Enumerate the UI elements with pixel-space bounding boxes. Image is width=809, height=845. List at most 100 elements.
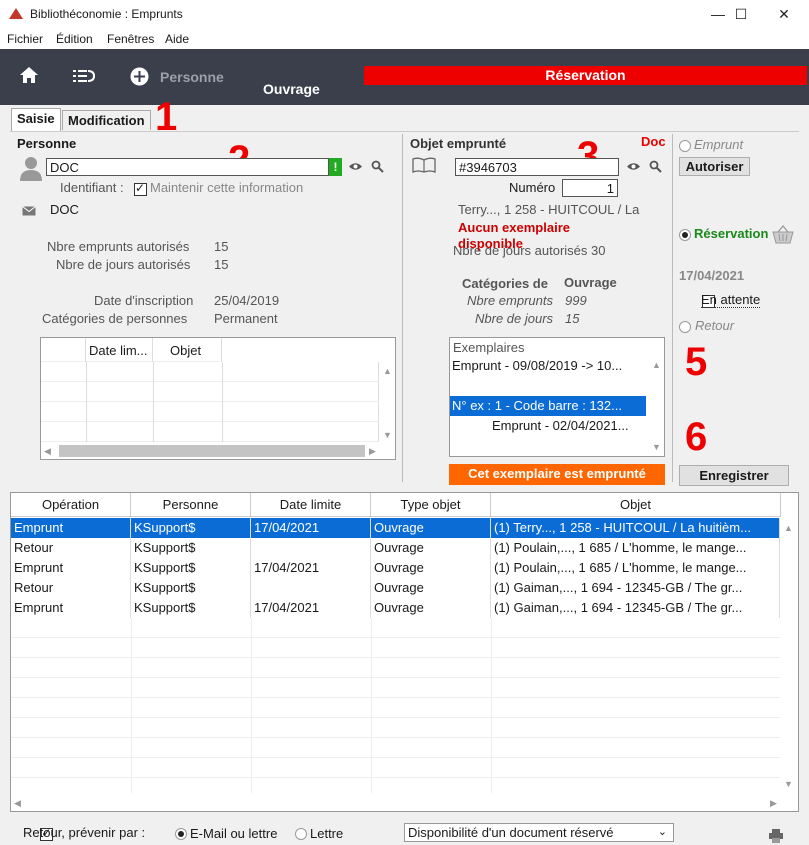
table-scroll-right-icon[interactable]: ▶ [770, 798, 777, 809]
grid-scroll-down-icon[interactable]: ▼ [383, 430, 392, 440]
maximize-button[interactable]: ☐ [718, 0, 764, 29]
grid-hscrollbar[interactable] [59, 445, 365, 457]
basket-icon[interactable] [772, 224, 794, 244]
exemplaire-row[interactable]: Emprunt - 09/08/2019 -> 10... [450, 356, 646, 376]
menu-bar: Fichier Édition Fenêtres Aide [0, 29, 809, 49]
exemplaires-scroll-up-icon[interactable]: ▲ [652, 360, 661, 370]
grid-header-objet[interactable]: Objet [153, 338, 222, 362]
title-bar: Bibliothéconomie : Emprunts — ☐ ✕ [0, 0, 809, 29]
cell-date: 17/04/2021 [251, 558, 371, 578]
table-row-selected[interactable]: Emprunt KSupport$ 17/04/2021 Ouvrage (1)… [11, 518, 780, 538]
grid-header-date[interactable]: Date lim... [86, 338, 153, 362]
retour-radio[interactable] [679, 321, 691, 333]
exemplaire-emprunte-button[interactable]: Cet exemplaire est emprunté [449, 464, 665, 485]
cell-personne: KSupport$ [131, 518, 251, 538]
nbre-emprunts-value: 15 [214, 239, 229, 254]
objet-heading: Objet emprunté [410, 136, 507, 151]
emprunt-label: Emprunt [694, 137, 744, 152]
cell-operation: Retour [11, 538, 131, 558]
personne-input[interactable]: DOC [46, 158, 329, 176]
close-button[interactable]: ✕ [761, 0, 807, 29]
cell-operation: Emprunt [11, 598, 131, 618]
person-icon [20, 157, 42, 181]
exemplaires-list[interactable]: Exemplaires Emprunt - 09/08/2019 -> 10..… [449, 337, 665, 457]
annotation-6: 6 [685, 415, 708, 459]
exemplaire-row[interactable]: Emprunt - 02/04/2021... [450, 416, 646, 436]
notification-type-select[interactable]: Disponibilité d'un document réservé ⌄ [404, 823, 674, 842]
cell-personne: KSupport$ [131, 598, 251, 618]
tab-saisie[interactable]: Saisie [11, 108, 61, 131]
reservation-banner[interactable]: Réservation [364, 66, 807, 85]
grid-scroll-left-icon[interactable]: ◀ [44, 446, 51, 457]
lettre-option-label: Lettre [310, 826, 344, 841]
table-row[interactable]: Retour KSupport$ Ouvrage (1) Gaiman,...,… [11, 578, 780, 598]
exemplaires-label: Exemplaires [453, 340, 525, 355]
maintenir-label: Maintenir cette information [150, 180, 304, 195]
reservation-date: 17/04/2021 [679, 268, 745, 283]
list-return-icon[interactable] [73, 69, 95, 83]
toolbar-ouvrage[interactable]: Ouvrage [263, 81, 320, 97]
maintenir-checkbox[interactable] [134, 181, 147, 197]
nbre-jours-value: 15 [214, 257, 229, 272]
exemplaire-row-selected[interactable]: N° ex : 1 - Code barre : 132... [450, 396, 646, 416]
enregistrer-button[interactable]: Enregistrer [679, 465, 789, 486]
operations-table[interactable]: Opération Personne Date limite Type obje… [10, 492, 799, 812]
objet-eye-icon[interactable] [626, 161, 641, 172]
en-attente-label: En attente [701, 292, 761, 308]
col-header-operation[interactable]: Opération [11, 493, 131, 517]
col-header-type-objet[interactable]: Type objet [371, 493, 491, 517]
reservation-option-label: Réservation [694, 226, 769, 241]
grid-scroll-right-icon[interactable]: ▶ [369, 446, 376, 457]
tab-modification[interactable]: Modification [62, 110, 151, 130]
categories-personnes-value: Permanent [214, 311, 278, 326]
personne-alert-icon[interactable]: ! [329, 158, 342, 176]
app-icon [9, 8, 23, 19]
printer-icon[interactable] [769, 829, 783, 843]
table-row[interactable]: Emprunt KSupport$ 17/04/2021 Ouvrage (1)… [11, 558, 780, 578]
emprunt-radio[interactable] [679, 140, 691, 152]
cell-type: Ouvrage [371, 598, 491, 618]
table-row[interactable]: Emprunt KSupport$ 17/04/2021 Ouvrage (1)… [11, 598, 780, 618]
separator-right [672, 134, 673, 482]
personne-emprunts-grid[interactable]: Date lim... Objet ▲ ▼ ◀ ▶ [40, 337, 396, 460]
col-header-objet[interactable]: Objet [491, 493, 781, 517]
table-scroll-up-icon[interactable]: ▲ [784, 523, 793, 533]
lettre-radio[interactable] [295, 828, 307, 840]
date-inscription-label: Date d'inscription [94, 293, 194, 308]
grid-scroll-up-icon[interactable]: ▲ [383, 366, 392, 376]
menu-edition[interactable]: Édition [56, 32, 93, 46]
col-header-date-limite[interactable]: Date limite [251, 493, 371, 517]
col-header-personne[interactable]: Personne [131, 493, 251, 517]
date-inscription-value: 25/04/2019 [214, 293, 280, 308]
objet-nbre-jours-label: Nbre de jours [475, 311, 554, 326]
categories-objet-value: Ouvrage [564, 275, 617, 290]
autoriser-button[interactable]: Autoriser [679, 157, 750, 176]
cell-personne: KSupport$ [131, 538, 251, 558]
eye-icon[interactable] [348, 161, 363, 172]
numero-input[interactable]: 1 [562, 179, 618, 197]
notification-type-value: Disponibilité d'un document réservé [408, 825, 614, 840]
table-scroll-left-icon[interactable]: ◀ [14, 798, 21, 809]
cell-personne: KSupport$ [131, 578, 251, 598]
search-icon[interactable] [371, 160, 384, 173]
cell-type: Ouvrage [371, 518, 491, 538]
window-title: Bibliothéconomie : Emprunts [30, 7, 183, 21]
menu-aide[interactable]: Aide [165, 32, 189, 46]
exemplaire-row[interactable] [450, 376, 646, 396]
reservation-radio[interactable] [679, 229, 691, 241]
home-icon[interactable] [19, 66, 39, 84]
menu-fenetres[interactable]: Fenêtres [107, 32, 154, 46]
objet-input[interactable]: #3946703 [455, 158, 619, 176]
table-row[interactable]: Retour KSupport$ Ouvrage (1) Poulain,...… [11, 538, 780, 558]
exemplaires-scroll-down-icon[interactable]: ▼ [652, 442, 661, 452]
categories-personnes-label: Catégories de personnes [42, 311, 188, 326]
menu-fichier[interactable]: Fichier [7, 32, 43, 46]
toolbar-personne[interactable]: Personne [160, 69, 224, 85]
email-radio[interactable] [175, 828, 187, 840]
cell-objet: (1) Gaiman,..., 1 694 - 12345-GB / The g… [491, 598, 780, 618]
objet-search-icon[interactable] [649, 160, 662, 173]
table-scroll-down-icon[interactable]: ▼ [784, 779, 793, 789]
cell-operation: Emprunt [11, 518, 131, 538]
add-icon[interactable] [130, 67, 149, 86]
chevron-down-icon: ⌄ [657, 826, 667, 838]
